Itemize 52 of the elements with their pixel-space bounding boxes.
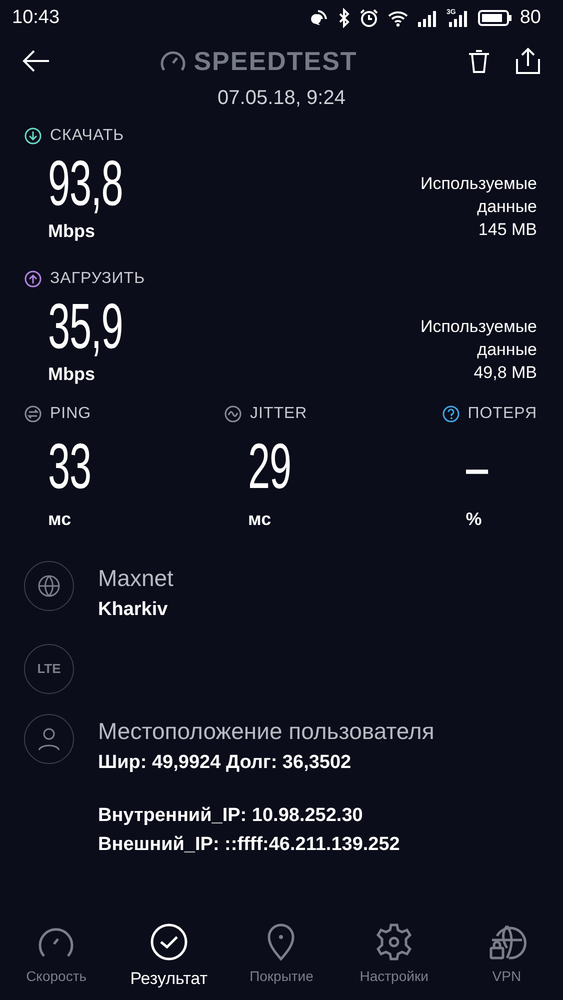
- test-date: 07.05.18, 9:24: [216, 86, 346, 110]
- alarm-icon: [358, 8, 379, 28]
- person-icon: [36, 726, 62, 752]
- metric-label: ЗАГРУЗИТЬ: [50, 269, 146, 289]
- nav-tab[interactable]: Покрытие: [225, 920, 338, 992]
- battery-text: 80: [520, 6, 541, 30]
- speed-value: 35,9: [48, 291, 123, 361]
- data-used-value: 145 MB: [477, 219, 537, 241]
- speed-value: 93,8: [48, 148, 123, 218]
- settings-icon: [374, 922, 414, 962]
- nav-tab[interactable]: Результат: [112, 920, 225, 992]
- metric-label: ПОТЕРЯ: [468, 404, 537, 424]
- nav-tab[interactable]: Настройки: [338, 920, 450, 992]
- back-button[interactable]: [22, 49, 50, 73]
- trash-icon: [467, 48, 491, 74]
- info-title: Maxnet: [98, 564, 174, 593]
- metric-value: 33: [48, 429, 91, 504]
- metric-unit: %: [466, 509, 482, 529]
- back-icon: [22, 50, 50, 72]
- share-icon: [515, 47, 541, 75]
- metric-value: –: [466, 429, 488, 504]
- wifi-icon: [386, 9, 409, 27]
- app-title: SPEEDTEST: [194, 44, 358, 78]
- info-text: Внутренний_IP: 10.98.252.30: [98, 804, 364, 828]
- delete-button[interactable]: [467, 48, 491, 74]
- metric-value: 29: [248, 429, 291, 504]
- clock-text: 10:43: [12, 6, 60, 30]
- battery-icon: [478, 9, 512, 27]
- signal-icon: [416, 9, 439, 27]
- share-button[interactable]: [515, 47, 541, 75]
- data-used-label: Используемые данные: [419, 316, 537, 361]
- network-type-text: LTE: [37, 660, 61, 678]
- gauge-icon: [160, 50, 186, 72]
- check-circle-icon: [148, 922, 189, 962]
- metric-unit: мс: [48, 509, 72, 529]
- metric-label: JITTER: [250, 404, 308, 424]
- info-text: Шир: 49,9924 Долг: 36,3502: [98, 750, 352, 774]
- nav-tab[interactable]: VPN: [450, 920, 563, 992]
- speed-unit: Mbps: [48, 364, 95, 384]
- metric-unit: мс: [248, 509, 272, 529]
- signal-icon: [448, 9, 470, 27]
- bluetooth-icon: [336, 8, 351, 28]
- info-title: Местоположение пользователя: [98, 717, 434, 746]
- metric-label: PING: [50, 404, 92, 424]
- data-used-label: Используемые данные: [419, 173, 537, 218]
- metric-label: СКАЧАТЬ: [50, 126, 124, 146]
- nav-tab[interactable]: Скорость: [0, 920, 112, 992]
- speed-unit: Mbps: [48, 221, 95, 241]
- globe-icon: [37, 574, 61, 598]
- data-used-value: 49,8 MB: [472, 362, 537, 384]
- info-text: Внешний_IP: ::ffff:46.211.139.252: [98, 832, 401, 856]
- info-text: Kharkiv: [98, 598, 169, 622]
